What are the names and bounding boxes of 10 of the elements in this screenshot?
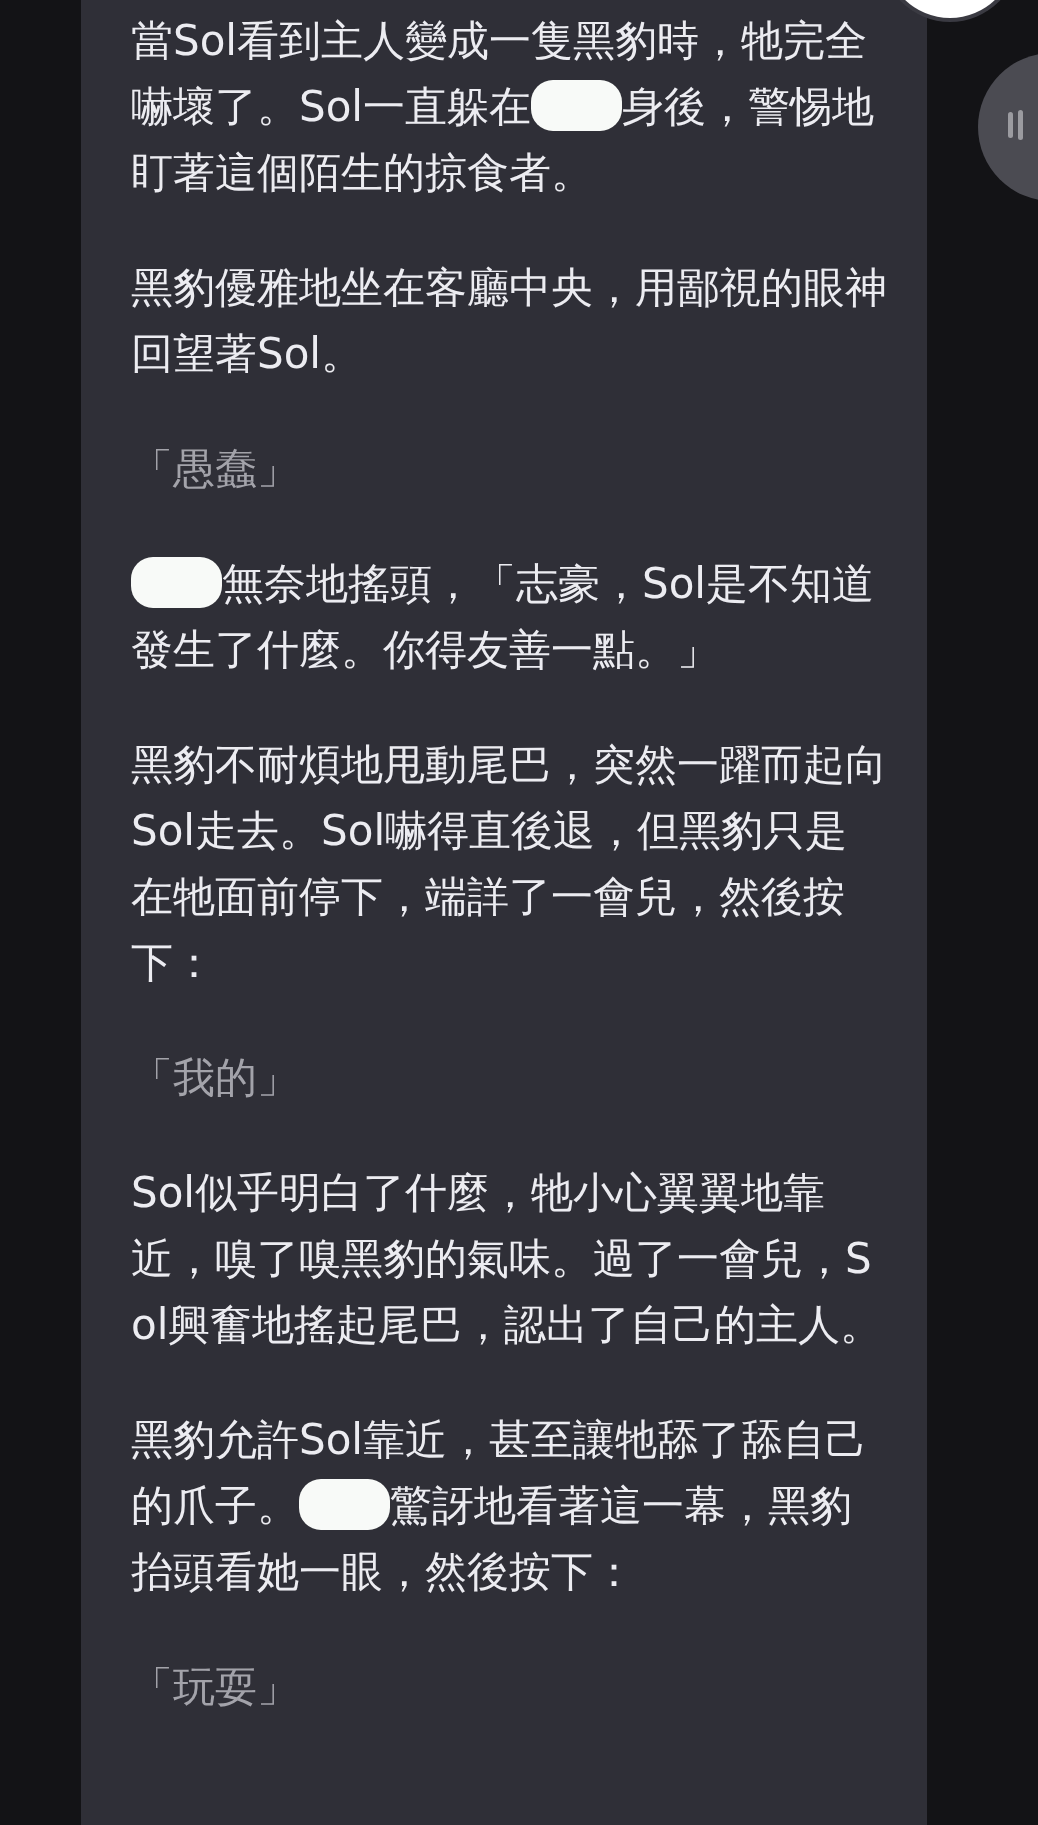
story-paragraph: 黑豹優雅地坐在客廳中央，用鄙視的眼神回望著Sol。	[131, 262, 887, 380]
story-paragraph: 當Sol看到主人變成一隻黑豹時，牠完全嚇壞了。Sol一直躲在 身後，警惕地盯著這個陌生的掠食者。	[131, 15, 876, 199]
quoted-word: 「愚蠢」	[131, 443, 300, 495]
story-paragraph: Sol似乎明白了什麼，牠小心翼翼地靠近，嗅了嗅黑豹的氣味。過了一會兒，Sol興奮地搖起尾巴，認出了自己的主人。	[131, 1167, 884, 1351]
quoted-word: 「我的」	[131, 1052, 300, 1104]
quoted-word: 「玩耍」	[131, 1661, 300, 1713]
story-paragraph: 黑豹允許Sol靠近，甚至讓牠舔了舔自己的爪子。 驚訝地看著這一幕，黑豹抬頭看她一眼，然後按下：	[131, 1414, 869, 1598]
story-paragraph: 無奈地搖頭，「志豪，Sol是不知道發生了什麼。你得友善一點。」	[131, 556, 876, 676]
story-paragraph: 黑豹不耐煩地甩動尾巴，突然一躍而起向Sol走去。Sol嚇得直後退，但黑豹只是在牠面前停下，端詳了一會兒，然後按下：	[131, 739, 887, 989]
pause-icon	[1008, 110, 1024, 142]
